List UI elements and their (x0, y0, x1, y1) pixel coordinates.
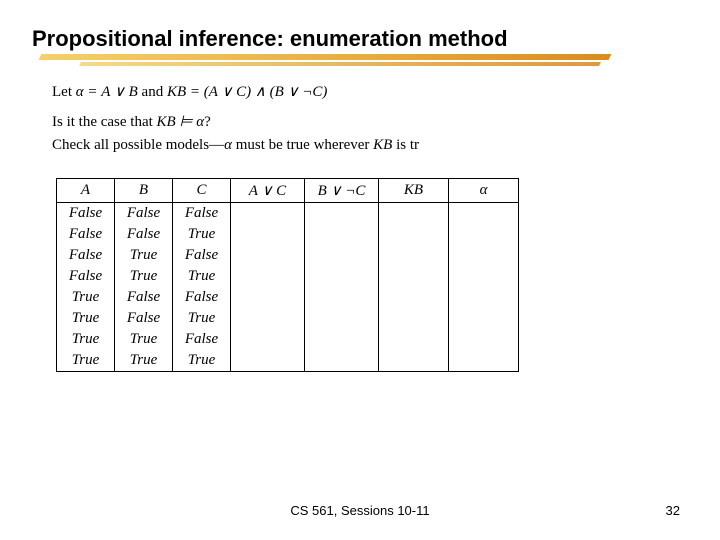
cell (379, 203, 449, 225)
table-row: False True True (57, 266, 519, 287)
cell (379, 287, 449, 308)
table-row: False False False (57, 203, 519, 225)
cell (449, 350, 519, 372)
col-avc: A ∨ C (231, 179, 305, 203)
cell: True (173, 224, 231, 245)
cell: True (115, 350, 173, 372)
cell: True (57, 329, 115, 350)
cell: True (115, 329, 173, 350)
let-mid: and (138, 84, 167, 100)
entails: KB ⊨ α (157, 114, 205, 130)
cell: False (57, 203, 115, 225)
cell: True (57, 287, 115, 308)
cell (305, 266, 379, 287)
table-row: True True False (57, 329, 519, 350)
cell: False (57, 266, 115, 287)
underline-bar-2 (79, 62, 601, 66)
cell: False (173, 329, 231, 350)
cell (231, 329, 305, 350)
col-bvnc: B ∨ ¬C (305, 179, 379, 203)
cell (231, 245, 305, 266)
cell (449, 329, 519, 350)
body-text: Let α = A ∨ B and KB = (A ∨ C) ∧ (B ∨ ¬C… (52, 82, 672, 157)
cell: False (115, 287, 173, 308)
cell: False (115, 224, 173, 245)
underline-bar-1 (39, 54, 612, 60)
cell: False (115, 308, 173, 329)
q-prefix: Is it the case that (52, 114, 157, 130)
cell: True (57, 350, 115, 372)
col-b: B (115, 179, 173, 203)
cell (231, 308, 305, 329)
page-number: 32 (666, 503, 680, 518)
cell (449, 203, 519, 225)
cell: False (115, 203, 173, 225)
col-a: A (57, 179, 115, 203)
cell (379, 266, 449, 287)
cell (379, 350, 449, 372)
table-row: True False False (57, 287, 519, 308)
table-row: False False True (57, 224, 519, 245)
alpha-def: α = A ∨ B (76, 84, 138, 100)
cell (449, 308, 519, 329)
table-row: True True True (57, 350, 519, 372)
cell (231, 203, 305, 225)
col-alpha: α (449, 179, 519, 203)
cell (231, 287, 305, 308)
check-prefix: Check all possible models— (52, 137, 224, 153)
cell (379, 224, 449, 245)
check-line: Check all possible models—α must be true… (52, 135, 672, 155)
alpha-sym: α (224, 137, 232, 153)
cell (305, 350, 379, 372)
cell (305, 287, 379, 308)
slide-title: Propositional inference: enumeration met… (32, 26, 508, 52)
table-row: False True False (57, 245, 519, 266)
kb-def: KB = (A ∨ C) ∧ (B ∨ ¬C) (167, 84, 327, 100)
col-kb: KB (379, 179, 449, 203)
cell (379, 308, 449, 329)
cell (305, 329, 379, 350)
cell (231, 266, 305, 287)
table-row: True False True (57, 308, 519, 329)
cell (305, 308, 379, 329)
cell: False (57, 224, 115, 245)
col-c: C (173, 179, 231, 203)
q-suffix: ? (204, 114, 211, 130)
cell: False (173, 245, 231, 266)
cell: True (173, 350, 231, 372)
cell (231, 224, 305, 245)
cell (379, 245, 449, 266)
cell (231, 350, 305, 372)
cell (449, 287, 519, 308)
cell: False (173, 287, 231, 308)
cell (379, 329, 449, 350)
check-mid: must be true wherever (232, 137, 373, 153)
table-header-row: A B C A ∨ C B ∨ ¬C KB α (57, 179, 519, 203)
cell: True (173, 266, 231, 287)
check-suffix: is tr (392, 137, 419, 153)
cell: True (57, 308, 115, 329)
footer-text: CS 561, Sessions 10-11 (0, 503, 720, 518)
cell (449, 224, 519, 245)
truth-table: A B C A ∨ C B ∨ ¬C KB α False False Fals… (56, 178, 519, 372)
let-prefix: Let (52, 84, 76, 100)
cell: True (115, 266, 173, 287)
kb-sym: KB (373, 137, 392, 153)
cell (305, 203, 379, 225)
cell: True (115, 245, 173, 266)
cell (449, 245, 519, 266)
cell: False (57, 245, 115, 266)
cell (305, 245, 379, 266)
title-underline (40, 54, 620, 68)
cell: False (173, 203, 231, 225)
cell: True (173, 308, 231, 329)
cell (449, 266, 519, 287)
cell (305, 224, 379, 245)
question-line: Is it the case that KB ⊨ α? (52, 112, 672, 132)
let-line: Let α = A ∨ B and KB = (A ∨ C) ∧ (B ∨ ¬C… (52, 82, 672, 102)
